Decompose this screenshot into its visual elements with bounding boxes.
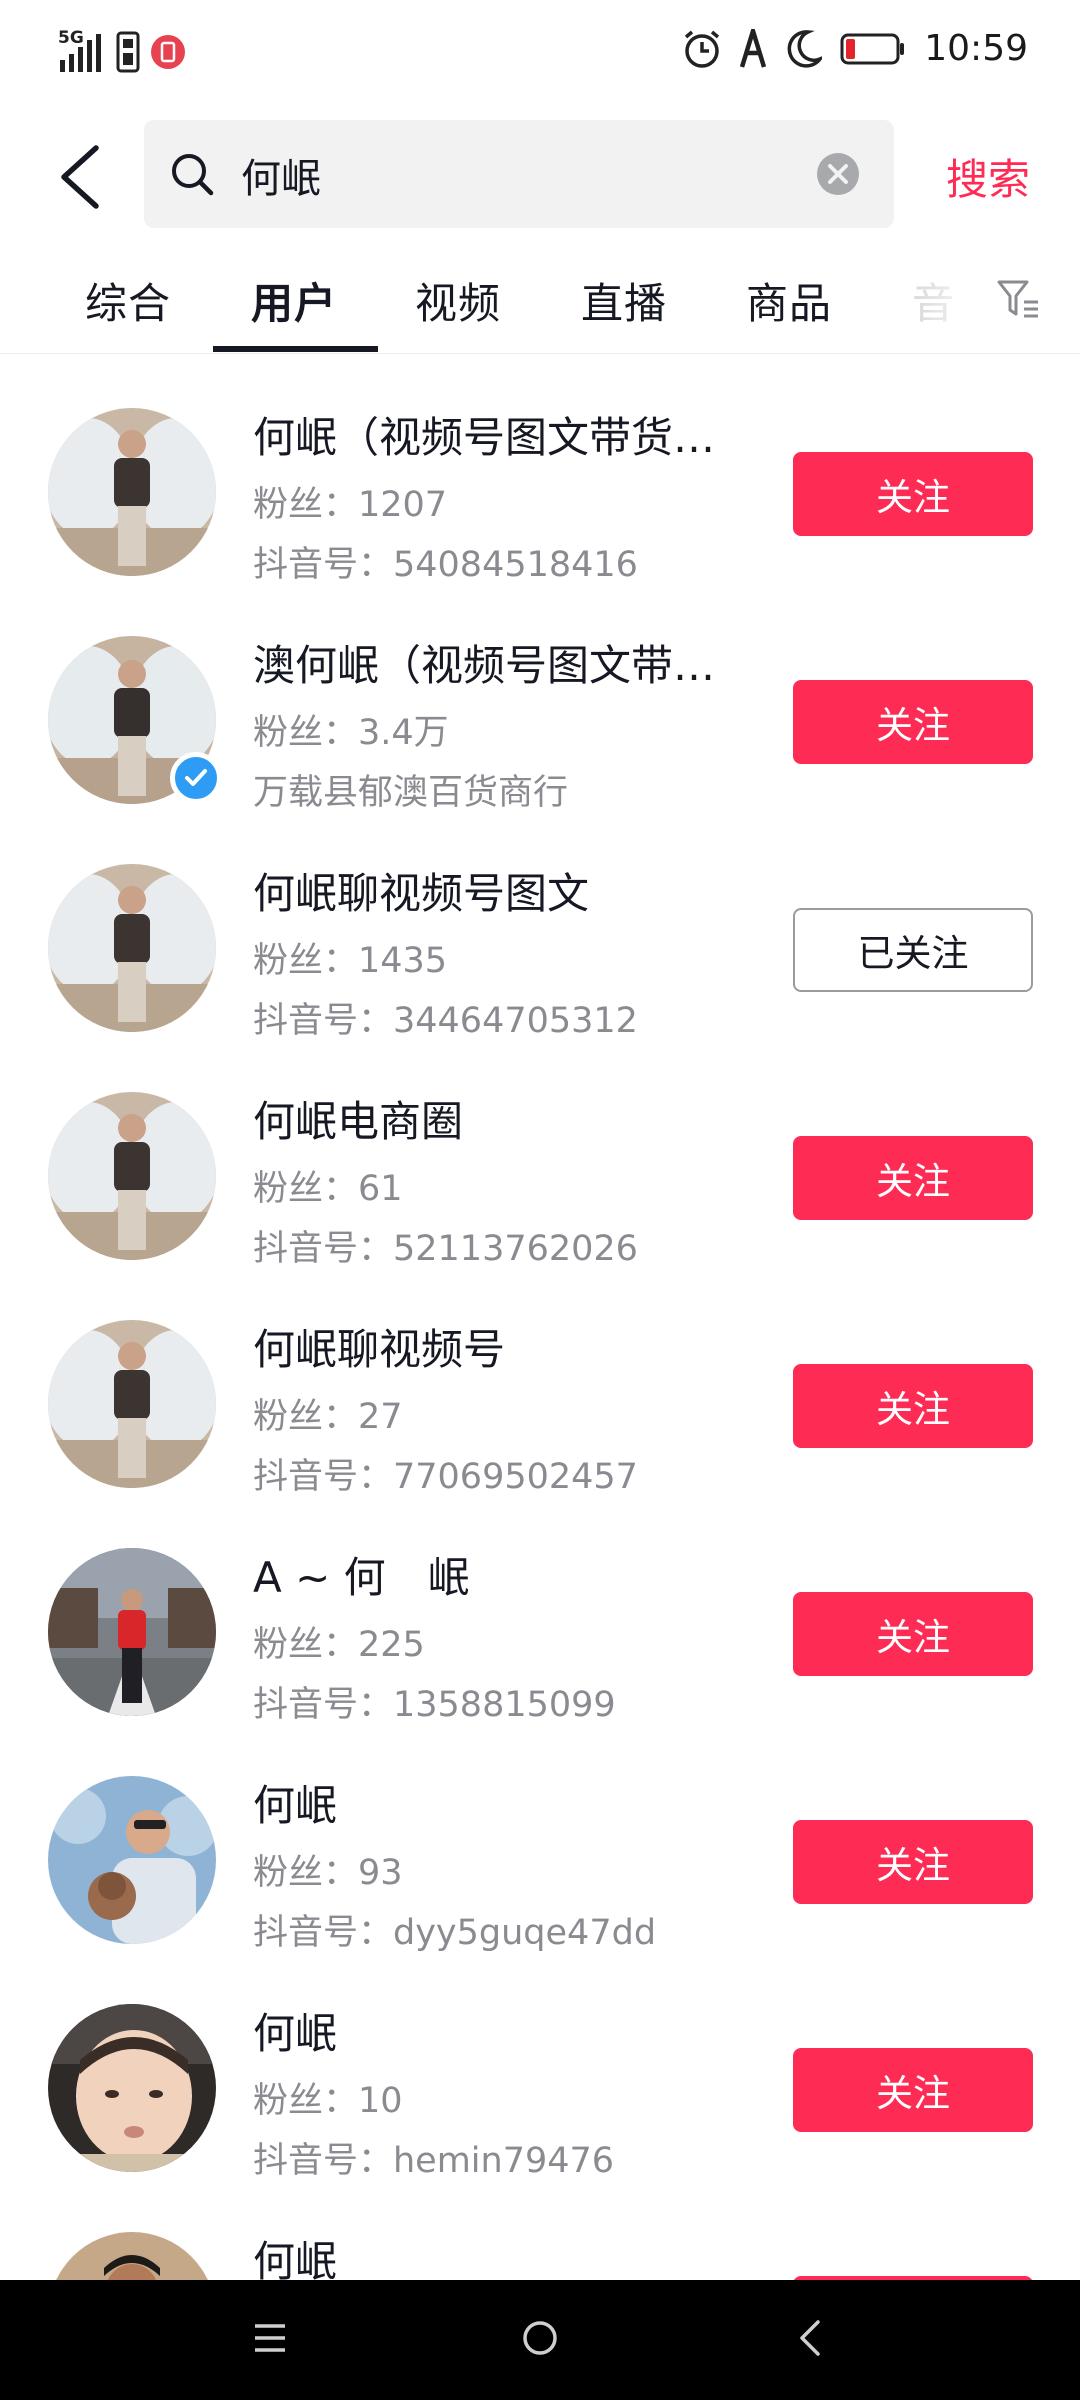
- search-icon: [172, 154, 214, 196]
- user-fans: 粉丝：10: [253, 2081, 403, 2121]
- result-tabs: 综合 用户 视频 直播 商品 音: [0, 242, 1080, 354]
- status-right: 10:59: [682, 28, 1028, 69]
- back-arrow-icon[interactable]: [56, 144, 106, 210]
- user-store: 万载县郁澳百货商行: [253, 773, 569, 813]
- user-row[interactable]: 何岷 粉丝：10 抖音号：hemin79476 关注: [0, 1950, 1080, 2181]
- verified-badge-icon: [170, 752, 222, 804]
- user-row[interactable]: 何岷 关注: [0, 2178, 1080, 2280]
- back-icon[interactable]: [794, 2316, 828, 2360]
- alarm-icon: [685, 30, 720, 68]
- user-name: 何岷: [253, 2009, 338, 2058]
- menu-icon[interactable]: [252, 2316, 288, 2360]
- active-tab-indicator: [213, 346, 378, 352]
- user-name: 何岷: [253, 1781, 338, 1830]
- tab-general[interactable]: 综合: [85, 270, 171, 331]
- user-row[interactable]: 何岷聊视频号图文 粉丝：1435 抖音号：34464705312 已关注: [0, 810, 1080, 1041]
- avatar[interactable]: [48, 1548, 216, 1716]
- avatar[interactable]: [48, 1776, 216, 1944]
- user-fans: 粉丝：1435: [253, 941, 448, 981]
- avatar[interactable]: [48, 408, 216, 576]
- sim-icon: [116, 31, 140, 73]
- user-id: 抖音号：77069502457: [253, 1457, 638, 1497]
- user-name: 何岷（视频号图文带货…: [253, 413, 716, 462]
- user-name: 何岷: [253, 2237, 338, 2280]
- system-nav-bar: [0, 2280, 1080, 2400]
- user-fans: 粉丝：3.4万: [253, 713, 449, 753]
- user-id: 抖音号：54084518416: [253, 545, 638, 585]
- tab-fade-overlay: [880, 242, 990, 352]
- user-row[interactable]: 澳何岷（视频号图文带… 粉丝：3.4万 万载县郁澳百货商行 关注: [0, 582, 1080, 813]
- moon-icon: [787, 29, 823, 68]
- follow-button[interactable]: 关注: [793, 452, 1033, 536]
- avatar[interactable]: [48, 2004, 216, 2172]
- user-name: 何岷聊视频号图文: [253, 869, 590, 918]
- tab-users[interactable]: 用户: [251, 270, 337, 331]
- avatar[interactable]: [48, 2232, 216, 2280]
- user-id: 抖音号：dyy5guqe47dd: [253, 1913, 657, 1953]
- user-id: 抖音号：52113762026: [253, 1229, 638, 1269]
- user-name: 何岷电商圈: [253, 1097, 464, 1146]
- search-button[interactable]: 搜索: [946, 146, 1030, 207]
- tab-videos[interactable]: 视频: [415, 270, 501, 331]
- user-row[interactable]: A ~ 何 岷 粉丝：225 抖音号：1358815099 关注: [0, 1494, 1080, 1725]
- user-name: A ~ 何 岷: [253, 1553, 470, 1602]
- user-row[interactable]: 何岷电商圈 粉丝：61 抖音号：52113762026 关注: [0, 1038, 1080, 1269]
- avatar[interactable]: [48, 1320, 216, 1488]
- user-row[interactable]: 何岷聊视频号 粉丝：27 抖音号：77069502457 关注: [0, 1266, 1080, 1497]
- user-row[interactable]: 何岷 粉丝：93 抖音号：dyy5guqe47dd 关注: [0, 1722, 1080, 1953]
- user-fans: 粉丝：61: [253, 1169, 403, 1209]
- signal-icon: 5G: [58, 30, 106, 74]
- follow-button[interactable]: 关注: [793, 1364, 1033, 1448]
- filter-icon[interactable]: [996, 276, 1040, 320]
- search-header: 何岷 搜索: [0, 108, 1080, 242]
- user-row[interactable]: 何岷（视频号图文带货… 粉丝：1207 抖音号：54084518416 关注: [0, 354, 1080, 585]
- tab-live[interactable]: 直播: [581, 270, 667, 331]
- user-fans: 粉丝：27: [253, 1397, 403, 1437]
- user-fans: 粉丝：1207: [253, 485, 448, 525]
- follow-button[interactable]: 关注: [793, 1820, 1033, 1904]
- a-icon: [740, 28, 767, 68]
- user-id: 抖音号：hemin79476: [253, 2141, 615, 2181]
- status-left: 5G: [58, 30, 186, 74]
- follow-button[interactable]: 关注: [793, 1136, 1033, 1220]
- tab-products[interactable]: 商品: [746, 270, 832, 331]
- status-bar: 5G 10:59: [0, 0, 1080, 108]
- following-button[interactable]: 已关注: [793, 908, 1033, 992]
- avatar[interactable]: [48, 864, 216, 1032]
- user-fans: 粉丝：93: [253, 1853, 403, 1893]
- follow-button[interactable]: 关注: [793, 2048, 1033, 2132]
- search-query-text: 何岷: [241, 156, 321, 202]
- user-fans: 粉丝：225: [253, 1625, 425, 1665]
- clock-time: 10:59: [924, 28, 1028, 69]
- notification-badge-icon: [151, 35, 185, 69]
- user-id: 抖音号：34464705312: [253, 1001, 638, 1041]
- user-name: 何岷聊视频号: [253, 1325, 506, 1374]
- user-results-list: 何岷（视频号图文带货… 粉丝：1207 抖音号：54084518416 关注 澳…: [0, 354, 1080, 2280]
- user-name: 澳何岷（视频号图文带…: [253, 641, 716, 690]
- clear-search-icon[interactable]: [816, 152, 860, 196]
- follow-button[interactable]: 关注: [793, 1592, 1033, 1676]
- follow-button[interactable]: 关注: [793, 680, 1033, 764]
- home-icon[interactable]: [520, 2316, 560, 2360]
- avatar[interactable]: [48, 1092, 216, 1260]
- user-id: 抖音号：1358815099: [253, 1685, 616, 1725]
- battery-icon: [840, 33, 905, 64]
- search-input[interactable]: 何岷: [144, 120, 894, 228]
